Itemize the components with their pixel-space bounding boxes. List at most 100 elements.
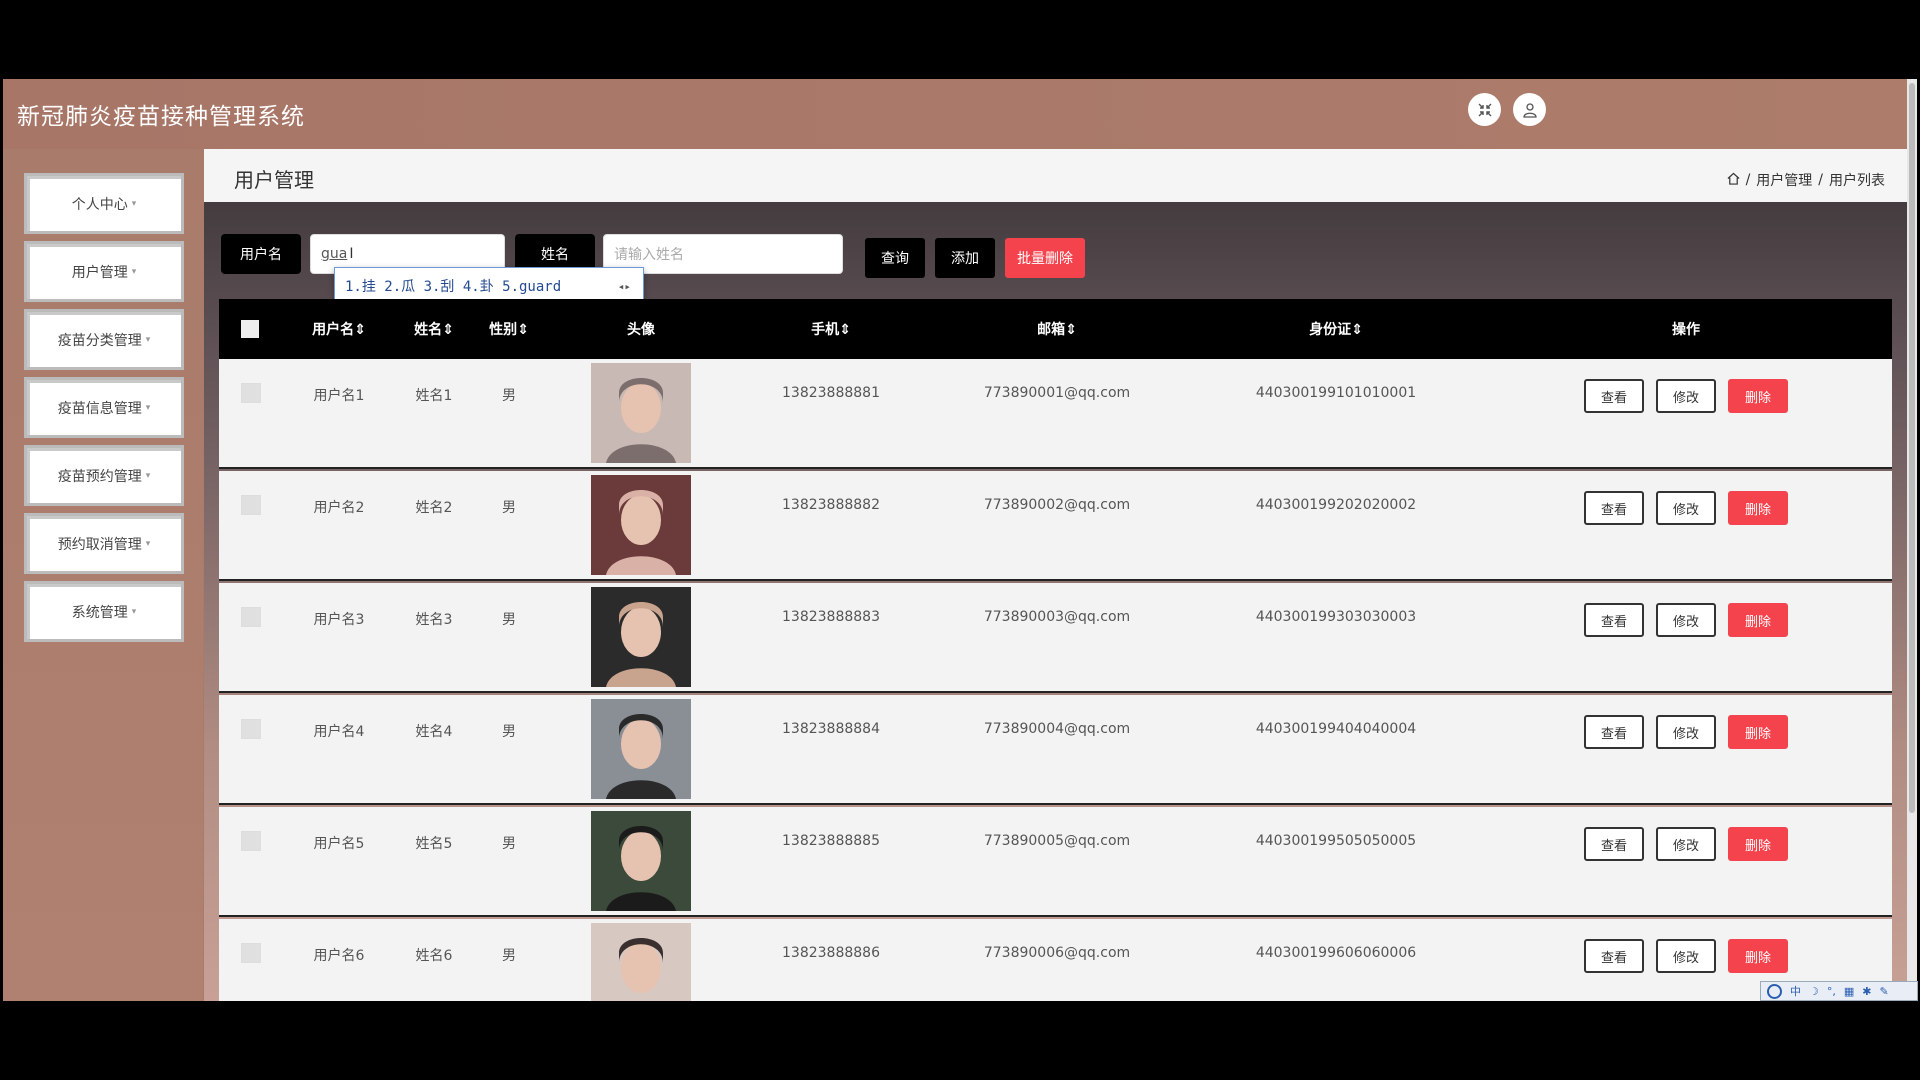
row-checkbox[interactable] (241, 383, 261, 403)
delete-button[interactable]: 删除 (1728, 491, 1788, 525)
sidebar-item-system[interactable]: 系统管理 ▾ (24, 581, 184, 642)
user-icon[interactable] (1513, 93, 1546, 126)
cell-gender: 男 (502, 500, 516, 516)
edit-button[interactable]: 修改 (1656, 939, 1716, 973)
cell-email: 773890001@qq.com (983, 385, 1131, 401)
cell-id-card: 440300199404040004 (1255, 721, 1417, 737)
view-button[interactable]: 查看 (1584, 491, 1644, 525)
sidebar-item-vaccine-category[interactable]: 疫苗分类管理 ▾ (24, 309, 184, 370)
sidebar-item-label: 系统管理 (71, 604, 128, 621)
cell-email: 773890003@qq.com (983, 609, 1131, 625)
moon-icon[interactable]: ☽ (1809, 985, 1819, 998)
cell-username: 用户名4 (313, 724, 365, 740)
query-button[interactable]: 查询 (865, 238, 925, 278)
view-button[interactable]: 查看 (1584, 603, 1644, 637)
top-header: 新冠肺炎疫苗接种管理系统 (3, 79, 1917, 149)
ime-page-arrows-icon[interactable]: ◂▸ (618, 280, 631, 293)
ime-tray[interactable]: 中 ☽ °, ▦ ✱ ✎ (1760, 981, 1918, 1001)
settings-icon[interactable]: ✱ (1862, 985, 1871, 998)
edit-button[interactable]: 修改 (1656, 603, 1716, 637)
sidebar-item-personal-center[interactable]: 个人中心 ▾ (24, 173, 184, 234)
sidebar-item-appointment-cancel[interactable]: 预约取消管理 ▾ (24, 513, 184, 574)
punctuation-icon[interactable]: °, (1827, 985, 1836, 998)
sidebar-item-label: 个人中心 (71, 196, 128, 213)
breadcrumb-item-user-list: 用户列表 (1829, 173, 1885, 189)
add-button[interactable]: 添加 (935, 238, 995, 278)
edit-button[interactable]: 修改 (1656, 491, 1716, 525)
app-title: 新冠肺炎疫苗接种管理系统 (17, 104, 305, 130)
col-actions: 操作 (1672, 322, 1700, 338)
cell-email: 773890006@qq.com (983, 945, 1131, 961)
row-checkbox[interactable] (241, 495, 261, 515)
caret-down-icon: ▾ (131, 606, 137, 617)
row-checkbox[interactable] (241, 607, 261, 627)
col-phone[interactable]: 手机⇕ (811, 319, 851, 339)
cell-id-card: 440300199303030003 (1255, 609, 1417, 625)
view-button[interactable]: 查看 (1584, 827, 1644, 861)
cell-id-card: 440300199202020002 (1255, 497, 1417, 513)
edit-button[interactable]: 修改 (1656, 715, 1716, 749)
cell-gender: 男 (502, 836, 516, 852)
ime-candidates[interactable]: 1.挂 2.瓜 3.刮 4.卦 5.guard (345, 276, 561, 296)
table-row: 用户名4 姓名4 男 13823888884 773890004@qq.com … (219, 695, 1892, 805)
caret-down-icon: ▾ (131, 266, 137, 277)
edit-button[interactable]: 修改 (1656, 827, 1716, 861)
view-button[interactable]: 查看 (1584, 715, 1644, 749)
sidebar-item-label: 疫苗分类管理 (57, 332, 142, 349)
col-email[interactable]: 邮箱⇕ (1037, 319, 1077, 339)
table-row: 用户名5 姓名5 男 13823888885 773890005@qq.com … (219, 807, 1892, 917)
page-title: 用户管理 (234, 168, 314, 192)
delete-button[interactable]: 删除 (1728, 715, 1788, 749)
cell-phone: 13823888885 (782, 833, 880, 849)
breadcrumb-item-user-management[interactable]: 用户管理 (1756, 170, 1812, 190)
home-icon[interactable] (1727, 172, 1740, 189)
cell-gender: 男 (502, 388, 516, 404)
delete-button[interactable]: 删除 (1728, 603, 1788, 637)
caret-down-icon: ▾ (145, 470, 151, 481)
sidebar-item-user-management[interactable]: 用户管理 ▾ (24, 241, 184, 302)
batch-delete-button[interactable]: 批量删除 (1005, 238, 1085, 278)
row-checkbox[interactable] (241, 831, 261, 851)
edit-button[interactable]: 修改 (1656, 379, 1716, 413)
sidebar-item-vaccine-info[interactable]: 疫苗信息管理 ▾ (24, 377, 184, 438)
delete-button[interactable]: 删除 (1728, 827, 1788, 861)
delete-button[interactable]: 删除 (1728, 939, 1788, 973)
scrollbar-thumb[interactable] (1909, 83, 1915, 813)
content-header: 用户管理 / 用户管理 / 用户列表 (204, 149, 1907, 202)
view-button[interactable]: 查看 (1584, 379, 1644, 413)
table-header: 用户名⇕ 姓名⇕ 性别⇕ 头像 手机⇕ 邮箱⇕ 身份证⇕ 操作 (219, 299, 1892, 359)
row-checkbox[interactable] (241, 719, 261, 739)
avatar (591, 699, 691, 799)
tool-icon[interactable]: ✎ (1880, 985, 1889, 998)
sidebar-item-vaccine-appointment[interactable]: 疫苗预约管理 ▾ (24, 445, 184, 506)
keyboard-icon[interactable]: ▦ (1844, 985, 1854, 998)
col-username[interactable]: 用户名⇕ (312, 319, 366, 339)
cell-email: 773890002@qq.com (983, 497, 1131, 513)
cell-id-card: 440300199101010001 (1255, 385, 1417, 401)
row-checkbox[interactable] (241, 943, 261, 963)
avatar (591, 363, 691, 463)
sidebar-item-label: 用户管理 (71, 264, 128, 281)
breadcrumb: / 用户管理 / 用户列表 (1727, 170, 1885, 190)
col-name[interactable]: 姓名⇕ (414, 319, 454, 339)
main-content: 用户管理 / 用户管理 / 用户列表 用户名 gua I 姓名 请输入姓名 查询 … (204, 149, 1907, 1001)
select-all-checkbox[interactable] (241, 320, 259, 338)
sidebar-item-label: 疫苗预约管理 (57, 468, 142, 485)
sidebar: 个人中心 ▾ 用户管理 ▾ 疫苗分类管理 ▾ 疫苗信息管理 ▾ 疫苗预约管理 ▾ 预约取消… (3, 149, 203, 1001)
cell-username: 用户名3 (313, 612, 365, 628)
delete-button[interactable]: 删除 (1728, 379, 1788, 413)
cell-email: 773890005@qq.com (983, 833, 1131, 849)
sidebar-item-label: 疫苗信息管理 (57, 400, 142, 417)
avatar (591, 475, 691, 575)
cell-username: 用户名6 (313, 948, 365, 964)
cell-name: 姓名4 (415, 724, 453, 740)
caret-down-icon: ▾ (145, 334, 151, 345)
cell-name: 姓名5 (415, 836, 453, 852)
ime-mode-label[interactable]: 中 (1790, 983, 1801, 999)
col-avatar: 头像 (627, 322, 655, 338)
fullscreen-exit-icon[interactable] (1468, 93, 1501, 126)
col-id-card[interactable]: 身份证⇕ (1309, 319, 1363, 339)
col-gender[interactable]: 性别⇕ (489, 319, 529, 339)
scrollbar[interactable] (1907, 79, 1917, 1001)
view-button[interactable]: 查看 (1584, 939, 1644, 973)
